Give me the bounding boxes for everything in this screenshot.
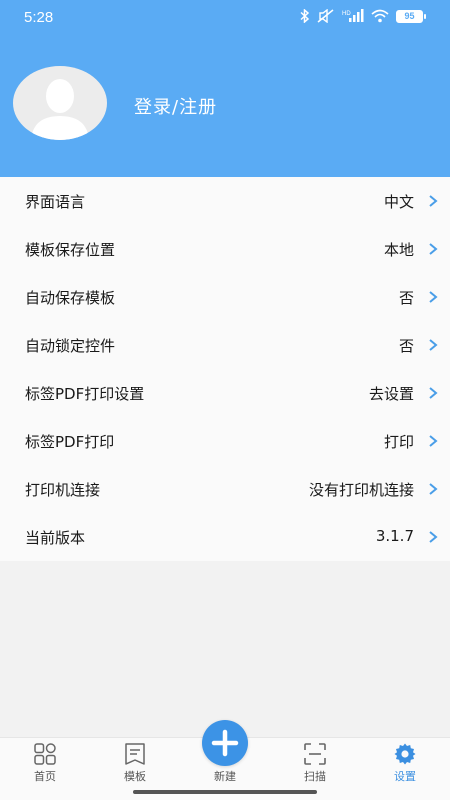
- login-register-link[interactable]: 登录/注册: [134, 93, 217, 119]
- chevron-right-icon: [429, 243, 438, 255]
- setting-row-auto-save[interactable]: 自动保存模板 否: [0, 273, 450, 321]
- tab-home[interactable]: 首页: [0, 738, 90, 788]
- battery-level: 95: [396, 9, 423, 23]
- tab-label: 新建: [214, 770, 236, 783]
- chevron-right-icon: [429, 531, 438, 543]
- setting-row-language[interactable]: 界面语言 中文: [0, 177, 450, 225]
- setting-row-template-location[interactable]: 模板保存位置 本地: [0, 225, 450, 273]
- chevron-right-icon: [429, 435, 438, 447]
- user-silhouette-icon: [31, 79, 89, 140]
- setting-label: 当前版本: [25, 529, 86, 547]
- status-icons: HD 95: [300, 9, 426, 23]
- setting-value: 去设置: [368, 385, 414, 403]
- tab-settings[interactable]: 设置: [360, 738, 450, 788]
- status-bar: 5:28 HD 95: [0, 0, 450, 36]
- wifi-icon: [371, 9, 389, 23]
- chevron-right-icon: [429, 387, 438, 399]
- home-grid-icon: [34, 743, 56, 765]
- setting-row-pdf-print-settings[interactable]: 标签PDF打印设置 去设置: [0, 369, 450, 417]
- setting-label: 界面语言: [25, 193, 86, 211]
- chevron-right-icon: [429, 339, 438, 351]
- setting-row-auto-lock[interactable]: 自动锁定控件 否: [0, 321, 450, 369]
- tab-label: 设置: [394, 770, 416, 783]
- new-template-button[interactable]: [202, 720, 248, 766]
- tab-label: 模板: [124, 770, 146, 783]
- setting-value: 本地: [383, 241, 414, 259]
- setting-row-version[interactable]: 当前版本 3.1.7: [0, 513, 450, 561]
- setting-row-printer-connection[interactable]: 打印机连接 没有打印机连接: [0, 465, 450, 513]
- setting-label: 模板保存位置: [25, 241, 116, 259]
- tab-label: 扫描: [304, 770, 326, 783]
- network-label: HD: [342, 11, 351, 17]
- setting-label: 标签PDF打印设置: [25, 385, 145, 403]
- setting-row-pdf-print[interactable]: 标签PDF打印 打印: [0, 417, 450, 465]
- tab-templates[interactable]: 模板: [90, 738, 180, 788]
- signal-icon: HD: [342, 9, 364, 22]
- chevron-right-icon: [429, 483, 438, 495]
- mute-icon: [317, 9, 334, 23]
- setting-label: 自动保存模板: [25, 289, 116, 307]
- setting-value: 打印: [383, 433, 414, 451]
- setting-value: 中文: [383, 193, 414, 211]
- chevron-right-icon: [429, 291, 438, 303]
- setting-label: 自动锁定控件: [25, 337, 116, 355]
- avatar[interactable]: [13, 66, 107, 140]
- home-indicator: [133, 790, 317, 794]
- setting-value: 3.1.7: [375, 527, 414, 545]
- setting-value: 否: [398, 337, 414, 355]
- tab-label: 首页: [34, 770, 56, 783]
- profile-header: 5:28 HD 95 登录/注册: [0, 0, 450, 177]
- setting-value: 没有打印机连接: [308, 481, 414, 499]
- setting-label: 打印机连接: [25, 481, 101, 499]
- status-time: 5:28: [24, 9, 54, 26]
- gear-icon: [394, 743, 416, 765]
- setting-label: 标签PDF打印: [25, 433, 115, 451]
- bluetooth-icon: [300, 9, 310, 23]
- setting-value: 否: [398, 289, 414, 307]
- chevron-right-icon: [429, 195, 438, 207]
- battery-icon: 95: [396, 9, 426, 23]
- plus-icon: [211, 729, 239, 757]
- template-icon: [125, 743, 145, 765]
- tab-scan[interactable]: 扫描: [270, 738, 360, 788]
- settings-list: 界面语言 中文 模板保存位置 本地 自动保存模板 否 自动锁定控件 否 标签PD…: [0, 177, 450, 561]
- scan-icon: [304, 743, 326, 765]
